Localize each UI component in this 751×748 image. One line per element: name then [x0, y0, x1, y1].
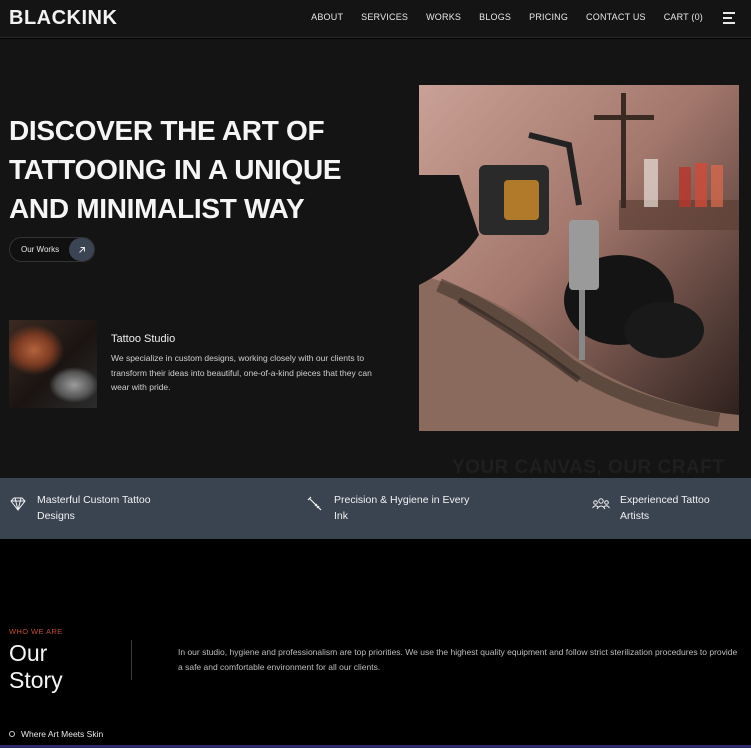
- features-bar: Masterful Custom Tattoo Designs Precisio…: [0, 478, 751, 539]
- our-works-button[interactable]: Our Works: [9, 237, 95, 262]
- tattoo-needle-icon: [306, 495, 326, 515]
- studio-description: We specialize in custom designs, working…: [111, 353, 372, 392]
- nav-contact-us[interactable]: CONTACT US: [586, 12, 646, 22]
- bullet-item: Where Art Meets Skin: [9, 729, 103, 739]
- nav-blogs[interactable]: BLOGS: [479, 12, 511, 22]
- feature-item: Masterful Custom Tattoo Designs: [9, 492, 177, 524]
- section-title-line: Our: [9, 640, 48, 666]
- studio-thumbnail-image: [9, 320, 97, 408]
- hero-tattoo-photo: [419, 85, 739, 431]
- hero-title: DISCOVER THE ART OF TATTOOING IN A UNIQU…: [9, 115, 342, 224]
- hamburger-icon[interactable]: [723, 12, 737, 24]
- top-navbar: BLACKINK ABOUT SERVICES WORKS BLOGS PRIC…: [0, 0, 751, 38]
- our-works-label: Our Works: [21, 245, 60, 254]
- studio-title: Tattoo Studio: [111, 333, 176, 345]
- brand-logo[interactable]: BLACKINK: [9, 7, 117, 30]
- feature-item: Experienced Tattoo Artists: [592, 492, 730, 524]
- arrow-up-right-icon: [69, 238, 94, 261]
- section-title: Our Story: [9, 640, 63, 694]
- nav-about[interactable]: ABOUT: [311, 12, 343, 22]
- nav-menu: ABOUT SERVICES WORKS BLOGS PRICING CONTA…: [293, 12, 703, 22]
- watermark-text: YOUR CANVAS, OUR CRAFT: [452, 457, 725, 478]
- heart-diamond-icon: [9, 495, 29, 515]
- circle-bullet-icon: [9, 731, 15, 737]
- feature-item: Precision & Hygiene in Every Ink: [306, 492, 484, 524]
- nav-pricing[interactable]: PRICING: [529, 12, 568, 22]
- about-paragraph: In our studio, hygiene and professionali…: [178, 647, 738, 672]
- feature-label: Precision & Hygiene in Every Ink: [334, 494, 470, 522]
- hero-section: DISCOVER THE ART OF TATTOOING IN A UNIQU…: [0, 39, 751, 478]
- people-group-icon: [592, 495, 612, 515]
- bullet-label: Where Art Meets Skin: [21, 729, 104, 739]
- section-title-line: Story: [9, 667, 63, 693]
- feature-label: Experienced Tattoo Artists: [620, 494, 710, 522]
- section-eyebrow: WHO WE ARE: [9, 627, 63, 636]
- nav-cart[interactable]: CART (0): [664, 12, 703, 22]
- vertical-divider: [131, 640, 132, 680]
- nav-services[interactable]: SERVICES: [361, 12, 408, 22]
- nav-works[interactable]: WORKS: [426, 12, 461, 22]
- feature-label: Masterful Custom Tattoo Designs: [37, 494, 151, 522]
